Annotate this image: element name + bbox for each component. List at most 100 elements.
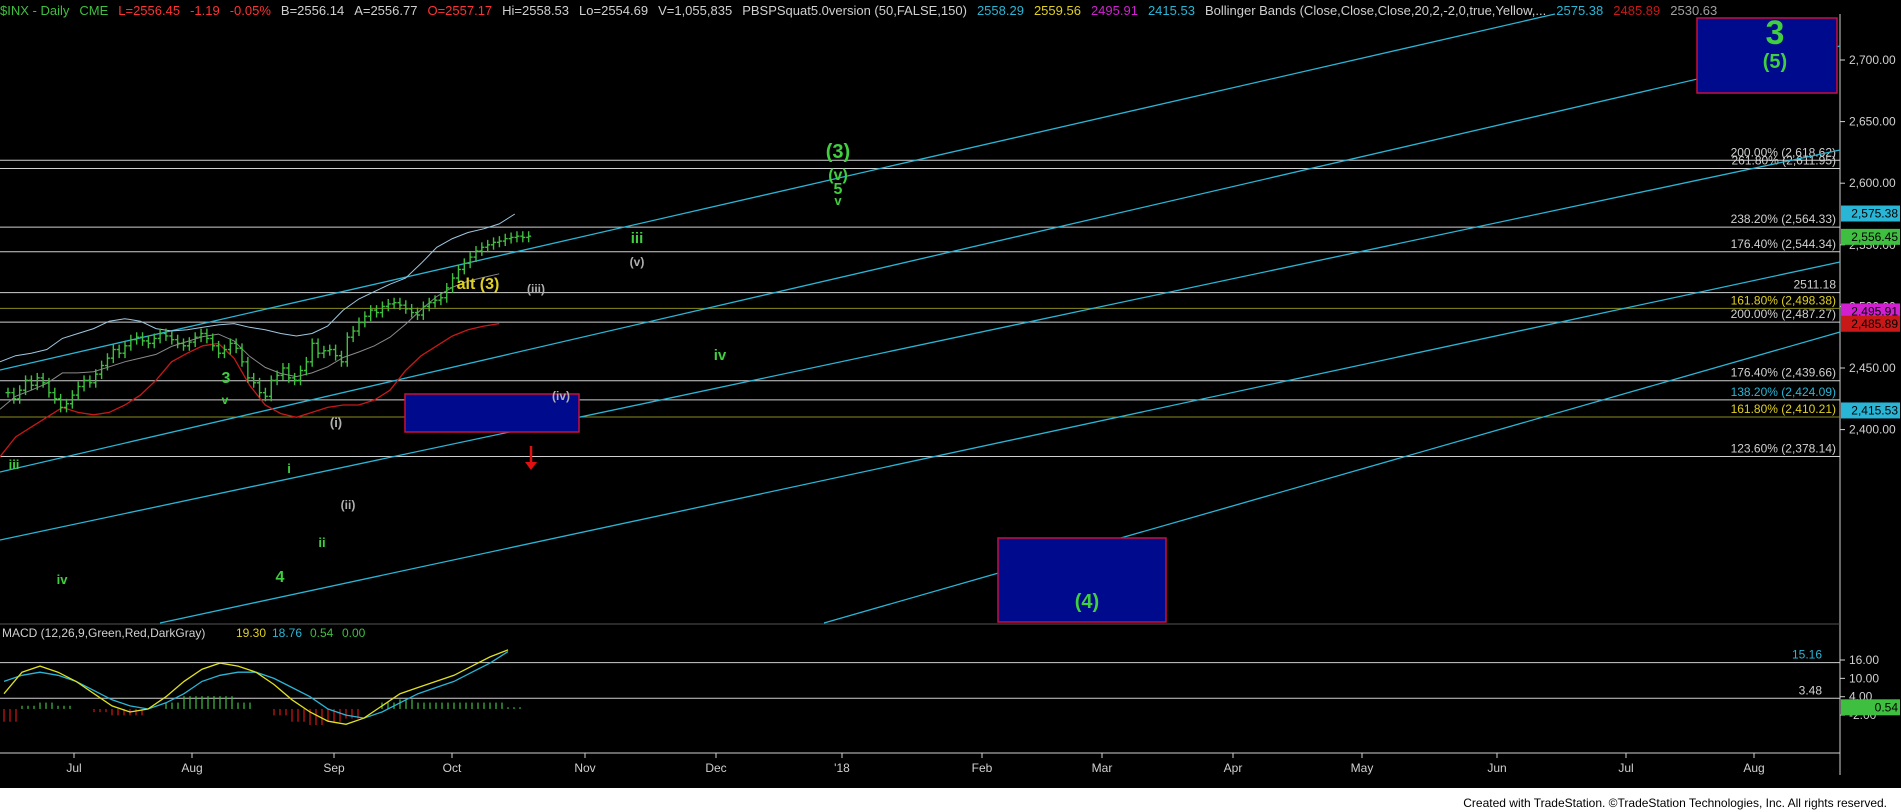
price-bar[interactable] xyxy=(502,233,508,247)
bollinger-upper-line[interactable] xyxy=(0,213,516,363)
price-bar[interactable] xyxy=(379,301,385,318)
price-bar[interactable] xyxy=(198,328,204,343)
price-bar[interactable] xyxy=(286,363,292,383)
price-bar[interactable] xyxy=(169,331,175,345)
price-bar[interactable] xyxy=(28,375,34,391)
wave-label[interactable]: alt (3) xyxy=(457,276,500,293)
price-bar[interactable] xyxy=(391,297,397,309)
price-bar[interactable] xyxy=(344,332,350,367)
price-bar[interactable] xyxy=(409,303,415,318)
price-bar[interactable] xyxy=(75,381,81,401)
macd-line[interactable] xyxy=(3,649,509,725)
wave-label[interactable]: (i) xyxy=(330,415,342,430)
price-bar[interactable] xyxy=(450,273,456,293)
price-bar[interactable] xyxy=(157,328,163,344)
bollinger-lower-line[interactable] xyxy=(0,322,500,458)
price-bar[interactable] xyxy=(181,338,186,351)
price-bar[interactable] xyxy=(210,333,216,351)
price-bar[interactable] xyxy=(292,372,298,386)
price-bar[interactable] xyxy=(496,236,502,248)
price-bar[interactable] xyxy=(262,387,268,402)
wave-label[interactable]: (ii) xyxy=(341,498,356,512)
price-bar[interactable] xyxy=(508,232,514,244)
wave-label[interactable]: 3 xyxy=(222,370,231,387)
price-bar[interactable] xyxy=(175,334,181,349)
price-bar[interactable] xyxy=(69,390,75,409)
wave-label[interactable]: ii xyxy=(318,535,325,550)
wave-label[interactable]: v xyxy=(222,393,229,407)
macd-tick-label: 10.00 xyxy=(1849,671,1879,685)
wave-label[interactable]: v xyxy=(834,193,842,208)
price-bar[interactable] xyxy=(374,305,380,318)
wave-label[interactable]: (4) xyxy=(1075,591,1099,613)
price-bar[interactable] xyxy=(479,242,485,256)
price-bar[interactable] xyxy=(11,387,17,404)
price-bar[interactable] xyxy=(327,344,333,356)
price-bar[interactable] xyxy=(116,344,122,359)
price-bar[interactable] xyxy=(356,317,362,336)
price-bar[interactable] xyxy=(485,239,491,253)
price-bar[interactable] xyxy=(34,372,40,391)
wave-label[interactable]: iii xyxy=(9,457,20,472)
wave-label[interactable]: (iii) xyxy=(527,282,545,296)
price-bar[interactable] xyxy=(415,307,420,320)
macd-signal-line[interactable] xyxy=(3,651,509,719)
price-bar[interactable] xyxy=(420,301,426,320)
price-bar[interactable] xyxy=(333,344,339,361)
price-tick-label: 2,650.00 xyxy=(1849,115,1896,129)
wave-label[interactable]: 3 xyxy=(1766,14,1785,52)
price-bar[interactable] xyxy=(315,338,321,359)
price-chart[interactable]: 200.00% (2,618.62)261.80% (2,611.95)238.… xyxy=(0,0,1901,788)
time-tick-label: Dec xyxy=(705,761,726,775)
price-bar[interactable] xyxy=(385,299,391,312)
price-bar[interactable] xyxy=(128,334,134,351)
wave-label[interactable]: iii xyxy=(631,230,644,247)
channel-line-5[interactable] xyxy=(823,331,1841,624)
price-bar[interactable] xyxy=(280,363,286,381)
price-bar[interactable] xyxy=(491,237,497,250)
wave-label[interactable]: iv xyxy=(714,347,727,364)
channel-line-2[interactable] xyxy=(0,45,1841,473)
wave-label[interactable]: (iv) xyxy=(552,389,570,403)
price-bar[interactable] xyxy=(520,231,526,243)
price-bar[interactable] xyxy=(64,398,69,413)
channel-line-3[interactable] xyxy=(0,149,1841,541)
bollinger-mid-line[interactable] xyxy=(0,273,500,410)
price-bar[interactable] xyxy=(145,335,151,349)
price-bar[interactable] xyxy=(403,300,409,314)
price-bar[interactable] xyxy=(368,305,374,322)
macd-title[interactable]: MACD (12,26,9,Green,Red,DarkGray) xyxy=(2,626,205,640)
price-bar[interactable] xyxy=(110,344,116,364)
macd-pane: 15.163.4816.0010.004.00-2.000.54 xyxy=(0,648,1900,725)
price-bar[interactable] xyxy=(338,350,344,367)
status-bar: Created with TradeStation. ©TradeStation… xyxy=(0,788,1901,812)
price-bar[interactable] xyxy=(140,332,146,346)
wave-label[interactable]: 4 xyxy=(276,569,285,586)
price-bar[interactable] xyxy=(309,338,315,367)
price-bar[interactable] xyxy=(5,387,11,398)
price-bar[interactable] xyxy=(350,326,356,343)
price-bar[interactable] xyxy=(473,246,479,263)
wave-label[interactable]: i xyxy=(287,461,291,476)
price-bar[interactable] xyxy=(467,252,473,269)
wave-label[interactable]: iv xyxy=(57,572,69,587)
price-bar[interactable] xyxy=(321,345,327,359)
wave-label[interactable]: (v) xyxy=(630,255,645,269)
price-bar[interactable] xyxy=(227,338,233,355)
price-bar[interactable] xyxy=(461,258,467,275)
price-bar[interactable] xyxy=(303,356,309,376)
channel-line-1[interactable] xyxy=(0,13,1556,371)
price-tag-label: 2,575.38 xyxy=(1851,207,1898,221)
price-bar[interactable] xyxy=(186,337,192,351)
price-bar[interactable] xyxy=(362,311,368,328)
price-bar[interactable] xyxy=(268,375,274,402)
price-bar[interactable] xyxy=(52,387,58,404)
price-bar[interactable] xyxy=(122,340,128,359)
wave-label[interactable]: (3) xyxy=(826,141,850,163)
price-bar[interactable] xyxy=(432,295,438,308)
price-bar[interactable] xyxy=(87,375,93,388)
price-bar[interactable] xyxy=(526,231,532,243)
price-bar[interactable] xyxy=(514,231,520,243)
wave-label[interactable]: (5) xyxy=(1763,51,1787,73)
price-bar[interactable] xyxy=(81,375,87,392)
